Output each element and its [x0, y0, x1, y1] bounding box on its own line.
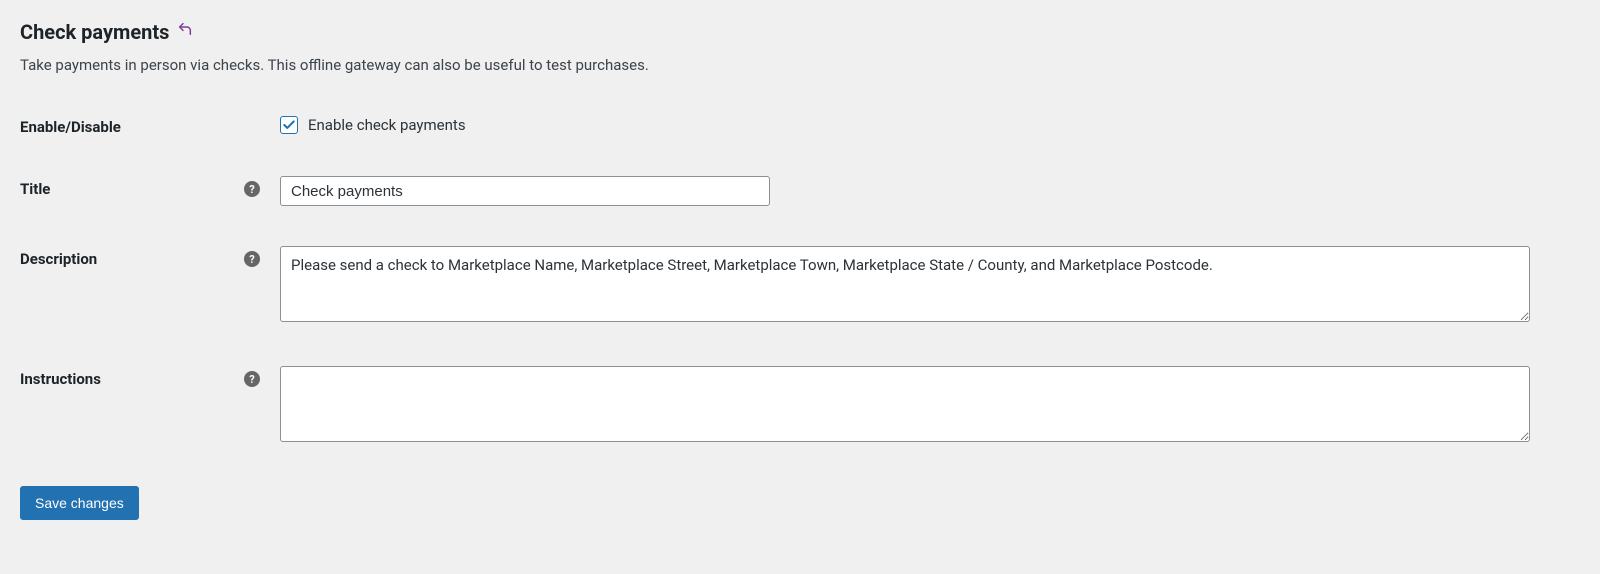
label-description: Description	[20, 250, 97, 268]
help-icon[interactable]: ?	[244, 371, 260, 387]
row-instructions: Instructions ?	[20, 366, 1580, 446]
page-header: Check payments	[20, 20, 1580, 44]
page-description: Take payments in person via checks. This…	[20, 56, 1580, 74]
enable-checkbox-label[interactable]: Enable check payments	[308, 116, 466, 134]
page-title: Check payments	[20, 20, 169, 44]
help-icon[interactable]: ?	[244, 181, 260, 197]
save-button[interactable]: Save changes	[20, 486, 139, 520]
row-enable: Enable/Disable Enable check payments	[20, 114, 1580, 136]
back-link-icon[interactable]	[177, 21, 193, 43]
title-input[interactable]	[280, 176, 770, 206]
enable-checkbox[interactable]	[280, 116, 298, 134]
description-textarea[interactable]	[280, 246, 1530, 322]
instructions-textarea[interactable]	[280, 366, 1530, 442]
label-instructions: Instructions	[20, 370, 101, 388]
help-icon[interactable]: ?	[244, 251, 260, 267]
row-description: Description ?	[20, 246, 1580, 326]
row-title: Title ?	[20, 176, 1580, 206]
label-enable: Enable/Disable	[20, 118, 121, 136]
label-title: Title	[20, 180, 50, 198]
settings-form: Enable/Disable Enable check payments Tit…	[20, 114, 1580, 446]
